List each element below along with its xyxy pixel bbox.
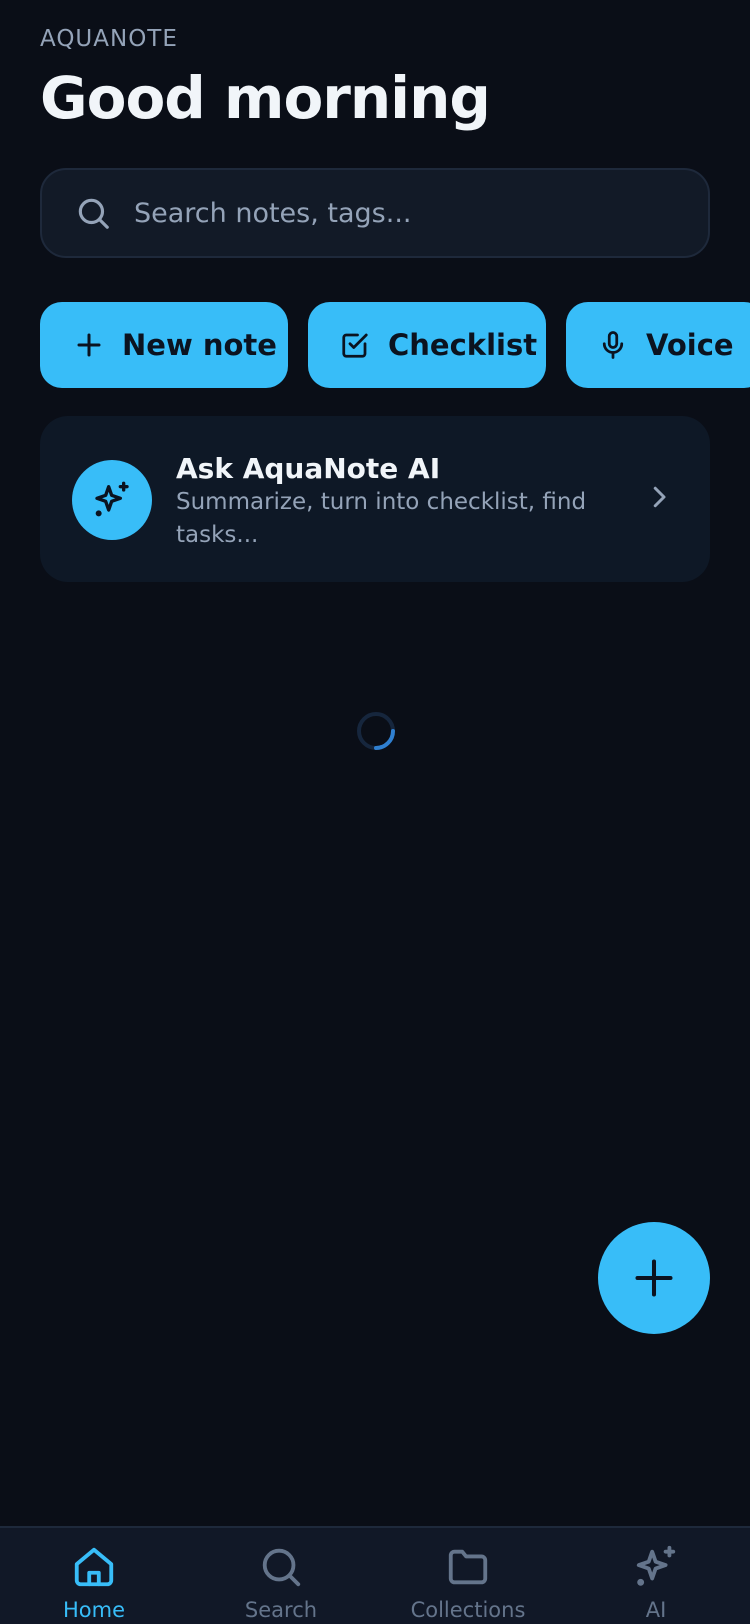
checklist-button[interactable]: Checklist [308,302,546,388]
ai-card-title: Ask AquaNote AI [176,452,441,485]
voice-button[interactable]: Voice [566,302,750,388]
page-title: Good morning [40,64,491,132]
plus-icon [77,333,101,357]
home-icon [74,1547,114,1587]
search-input[interactable] [134,183,708,243]
nav-item-home[interactable]: Home [14,1528,174,1624]
search-icon [78,198,109,229]
new-note-label: New note [122,328,277,362]
checkbox-icon [342,333,368,358]
home-screen: AQUANOTE Good morning New note Checklist… [0,0,750,1624]
search-bar[interactable] [40,168,710,258]
create-fab-button[interactable] [598,1222,710,1334]
microphone-icon [602,331,624,359]
nav-label-home: Home [62,1598,125,1622]
nav-item-collections[interactable]: Collections [388,1528,548,1624]
search-icon [262,1548,301,1587]
nav-item-search[interactable]: Search [201,1528,361,1624]
sparkles-icon [636,1545,676,1586]
checklist-label: Checklist [388,328,538,362]
new-note-button[interactable]: New note [40,302,288,388]
ai-card-subtitle: Summarize, turn into checklist, find tas… [176,489,587,548]
nav-label-ai: AI [645,1598,667,1622]
plus-icon [635,1259,673,1297]
nav-label-collections: Collections [410,1598,526,1622]
sparkles-icon [95,481,129,517]
nav-label-search: Search [244,1598,318,1622]
folder-icon [448,1549,488,1585]
ask-ai-card[interactable]: Ask AquaNote AI Summarize, turn into che… [40,416,710,582]
nav-item-ai[interactable]: AI [576,1528,736,1624]
app-name: AQUANOTE [40,26,178,52]
ai-avatar [72,460,152,540]
loading-spinner [357,712,395,750]
chevron-right-icon [653,486,666,508]
bottom-nav: Home Search Collections AI [0,1526,750,1624]
voice-label: Voice [646,328,734,362]
